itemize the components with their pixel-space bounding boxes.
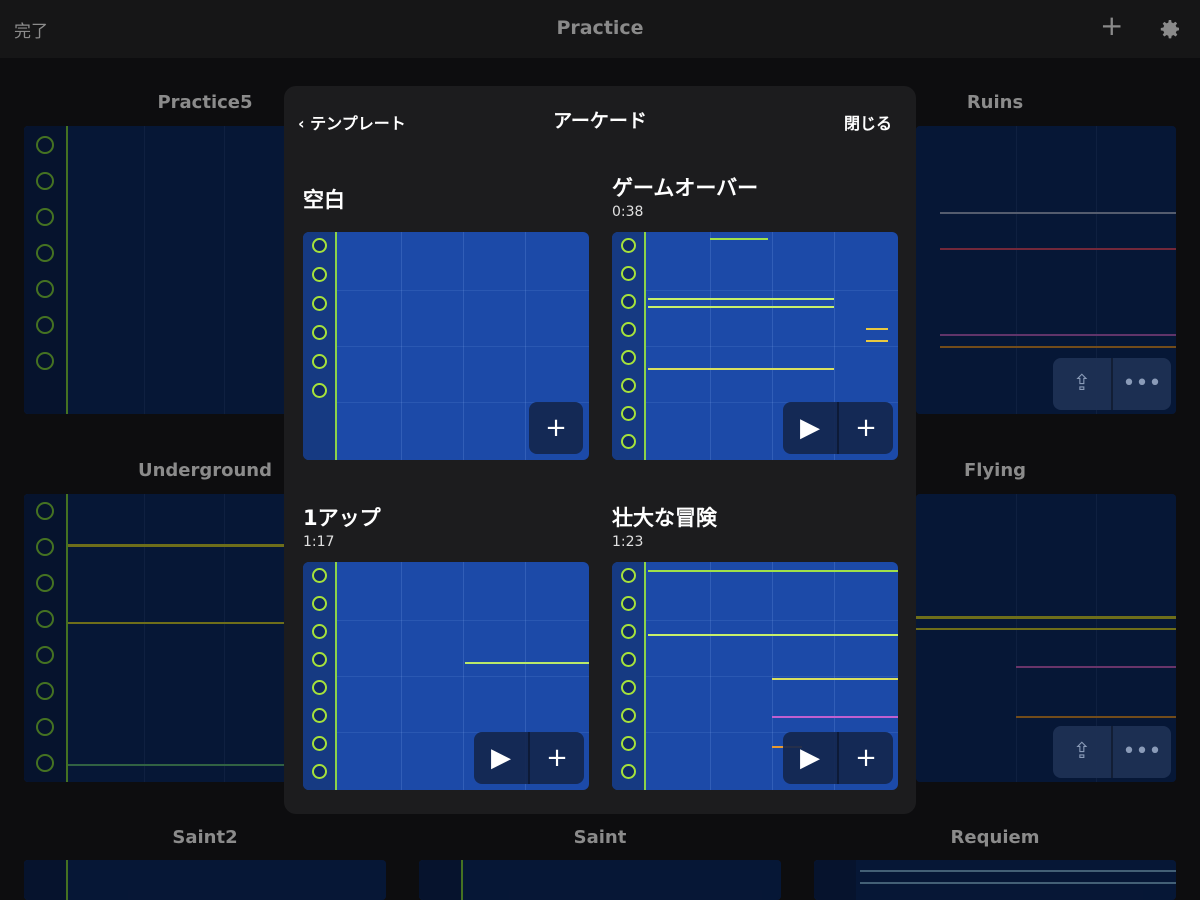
template-card-blank[interactable]: + [303, 232, 589, 460]
template-name: ゲームオーバー [612, 176, 759, 200]
template-name: 壮大な冒険 [612, 506, 717, 530]
song-card-flying[interactable]: ⇪ ••• [916, 494, 1176, 782]
template-actions: ▶ + [474, 732, 584, 784]
template-name: 1アップ [303, 506, 381, 530]
song-title: Saint2 [172, 827, 238, 848]
template-card-grand-adventure[interactable]: ▶ + [612, 562, 898, 790]
template-name: 空白 [303, 188, 345, 212]
song-card-saint2[interactable] [24, 860, 386, 900]
add-template-button[interactable]: + [530, 732, 584, 784]
template-card-1up[interactable]: ▶ + [303, 562, 589, 790]
song-title: Requiem [950, 827, 1040, 848]
modal-title: アーケード [553, 110, 647, 132]
song-card-ruins[interactable]: ⇪ ••• [916, 126, 1176, 414]
close-button[interactable]: 閉じる [844, 110, 892, 134]
more-icon[interactable]: ••• [1113, 726, 1171, 778]
add-template-button[interactable]: + [839, 732, 893, 784]
play-button[interactable]: ▶ [783, 732, 837, 784]
template-duration: 1:17 [303, 534, 335, 550]
song-card-underground[interactable] [24, 494, 324, 782]
add-template-button[interactable]: + [839, 402, 893, 454]
play-button[interactable]: ▶ [783, 402, 837, 454]
song-card-practice5[interactable] [24, 126, 324, 414]
share-icon[interactable]: ⇪ [1053, 726, 1111, 778]
add-template-button[interactable]: + [529, 402, 583, 454]
plus-icon[interactable]: + [1100, 12, 1123, 40]
more-icon[interactable]: ••• [1113, 358, 1171, 410]
top-bar: 完了 Practice + [0, 0, 1200, 58]
song-title: Saint [573, 827, 627, 848]
song-card-saint[interactable] [419, 860, 781, 900]
song-card-requiem[interactable] [814, 860, 1176, 900]
template-actions: ▶ + [783, 732, 893, 784]
gear-icon[interactable] [1158, 17, 1182, 41]
template-card-game-over[interactable]: ▶ + [612, 232, 898, 460]
song-actions: ⇪ ••• [1053, 726, 1171, 778]
template-actions: + [529, 402, 583, 454]
song-actions: ⇪ ••• [1053, 358, 1171, 410]
template-picker-modal: ‹ テンプレート アーケード 閉じる 空白 + ゲームオーバー 0:38 ▶ + [284, 86, 916, 814]
page-title: Practice [556, 17, 644, 39]
template-duration: 1:23 [612, 534, 644, 550]
template-actions: ▶ + [783, 402, 893, 454]
play-button[interactable]: ▶ [474, 732, 528, 784]
template-duration: 0:38 [612, 204, 644, 220]
share-icon[interactable]: ⇪ [1053, 358, 1111, 410]
